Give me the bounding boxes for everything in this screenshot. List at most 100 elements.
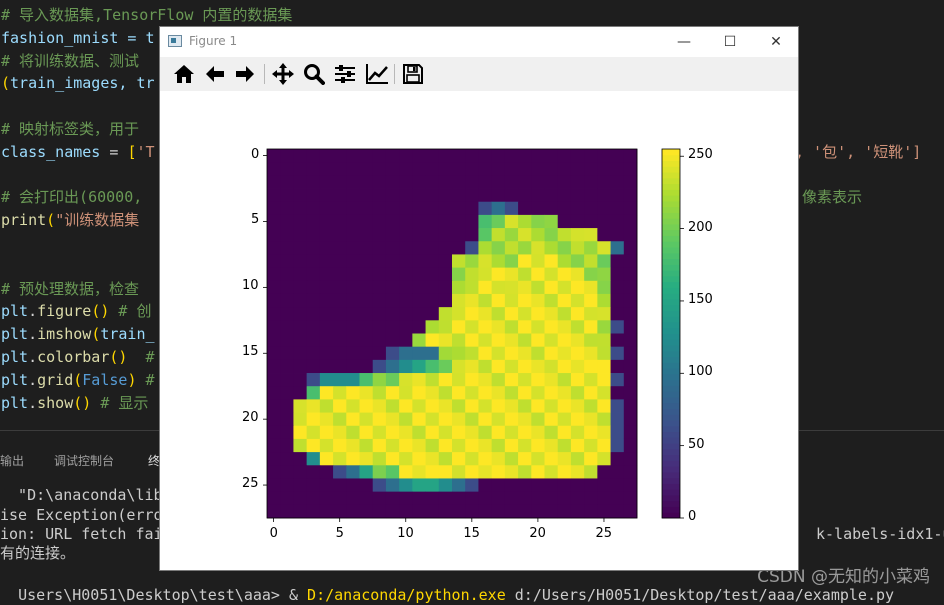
heatmap-cell [425,293,440,308]
heatmap-cell [399,504,413,519]
heatmap-cell [544,149,559,163]
heatmap-cell [267,491,281,506]
heatmap-cell [584,149,598,163]
save-button[interactable] [399,60,427,88]
heatmap-cell [623,188,638,203]
colorbar-tick-label: 50 [688,436,705,452]
heatmap-cell [544,504,559,519]
heatmap-cell [267,452,281,466]
heatmap-cell [504,320,519,334]
heatmap-cell [465,452,479,466]
heatmap-cell [623,346,638,361]
heatmap-cell [452,478,466,493]
subplots-button[interactable] [331,60,359,88]
heatmap-cell [491,201,506,216]
tab-output[interactable]: 输出 [0,452,24,469]
code-token: , tr [118,74,155,93]
heatmap-cell [465,333,479,348]
heatmap-cell [319,228,334,242]
heatmap-cell [531,425,545,440]
heatmap-cell [372,320,387,334]
heatmap-cell [544,359,559,374]
heatmap-cell [438,386,453,400]
heatmap-cell [610,333,625,348]
colorbar-segment [662,489,680,496]
terminal-line: ion: URL fetch fai [0,525,163,543]
heatmap-cell [280,359,294,374]
colorbar-segment [662,189,680,196]
code-token: # 会打印出(60000, [1,188,143,207]
code-token: = [100,142,128,161]
heatmap-cell [597,307,611,321]
heatmap-cell [518,149,532,163]
heatmap-cell [333,452,347,466]
heatmap-cell [293,373,308,387]
heatmap-cell [531,149,545,163]
home-button[interactable] [170,60,198,88]
heatmap-cell [544,201,559,216]
heatmap-cell [319,320,334,334]
heatmap-cell [372,228,387,242]
edit-axes-button[interactable] [362,60,390,88]
heatmap-cell [359,280,374,295]
heatmap-cell [557,188,572,203]
heatmap-cell [333,359,347,374]
code-token: show [37,393,74,412]
pan-button[interactable] [269,60,297,88]
heatmap-cell [610,214,625,229]
maximize-button[interactable]: ☐ [707,27,753,57]
heatmap-cell [412,162,426,176]
heatmap-cell [544,280,559,295]
colorbar-segment [662,183,680,190]
heatmap-cell [438,333,453,348]
heatmap-cell [306,149,321,163]
heatmap-cell [399,241,413,255]
heatmap-cell [465,412,479,427]
heatmap-cell [359,452,374,466]
colorbar-segment [662,160,680,167]
heatmap-cell [319,175,334,189]
heatmap-cell [412,412,426,427]
heatmap-cell [531,254,545,269]
heatmap-cell [623,293,638,308]
heatmap-cell [518,188,532,203]
heatmap-cell [557,267,572,282]
colorbar-segment [662,241,680,248]
heatmap-cell [531,452,545,466]
close-button[interactable]: ✕ [753,27,799,57]
heatmap-cell [491,254,506,269]
heatmap-cell [491,465,506,479]
heatmap-cell [267,280,281,295]
heatmap-cell [584,399,598,413]
code-token: # 将训练数据、测试 [1,51,140,70]
heatmap-cell [412,201,426,216]
zoom-button[interactable] [300,60,328,88]
heatmap-cell [465,438,479,453]
heatmap-cell [267,162,281,176]
heatmap-cell [531,346,545,361]
heatmap-cell [531,478,545,493]
heatmap-cell [319,201,334,216]
heatmap-cell [504,214,519,229]
colorbar-tick-label: 0 [688,509,697,524]
heatmap-cell [557,162,572,176]
heatmap-cell [346,333,360,348]
heatmap-cell [319,373,334,387]
minimize-button[interactable]: — [661,27,707,57]
heatmap-cell [267,254,281,269]
forward-button[interactable] [231,60,259,88]
heatmap-cell [610,465,625,479]
tab-debug-console[interactable]: 调试控制台 [54,452,114,469]
heatmap-cell [610,452,625,466]
heatmap-cell [319,267,334,282]
heatmap-cell [438,307,453,321]
figure-canvas[interactable]: 0 5 10 15 20 25 0 5 10 15 20 25 0 50 100 150 200 250 [160,91,798,570]
back-button[interactable] [201,60,229,88]
heatmap-cell [385,465,400,479]
code-token: # 显示 [91,393,149,412]
heatmap-cell [319,465,334,479]
heatmap-cell [267,214,281,229]
heatmap-cell [544,412,559,427]
colorbar-segment [662,195,680,202]
title-bar[interactable]: Figure 1 — ☐ ✕ [160,27,798,57]
